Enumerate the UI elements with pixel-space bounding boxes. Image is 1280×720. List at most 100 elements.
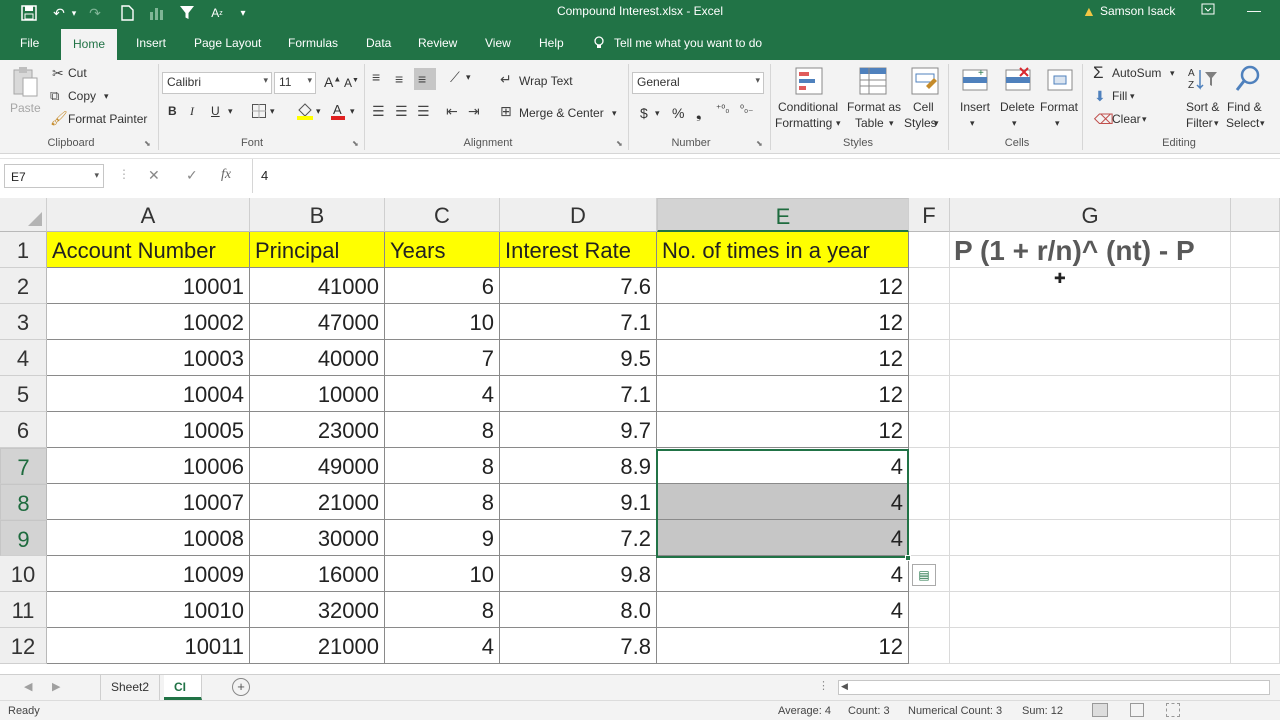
decrease-decimal-icon[interactable]: ⁰₀₋	[740, 104, 753, 115]
cell-f11[interactable]	[909, 592, 950, 628]
cut-button[interactable]: Cut	[68, 66, 87, 80]
tab-page-layout[interactable]: Page Layout	[194, 36, 261, 50]
sort-filter-button[interactable]: Sort &	[1186, 100, 1219, 114]
cell-g10[interactable]	[950, 556, 1231, 592]
format-cells-button[interactable]: Format	[1040, 100, 1078, 114]
row-header[interactable]: 12	[0, 628, 47, 664]
cell-f3[interactable]	[909, 304, 950, 340]
cell-d3[interactable]: 7.1	[500, 304, 657, 340]
header-cell-b[interactable]: Principal	[250, 232, 385, 268]
borders-dropdown-icon[interactable]: ▾	[270, 106, 275, 117]
cell-a10[interactable]: 10009	[47, 556, 250, 592]
format-as-table-button[interactable]: Format as	[847, 100, 901, 114]
cell-g7[interactable]	[950, 448, 1231, 484]
alignment-launcher-icon[interactable]: ⬊	[616, 139, 623, 148]
cell-c8[interactable]: 8	[385, 484, 500, 520]
number-launcher-icon[interactable]: ⬊	[756, 139, 763, 148]
cell-d12[interactable]: 7.8	[500, 628, 657, 664]
align-left-icon[interactable]: ☰	[372, 104, 385, 118]
fill-handle[interactable]	[905, 555, 911, 561]
cell-b9[interactable]: 30000	[250, 520, 385, 556]
cell-c11[interactable]: 8	[385, 592, 500, 628]
normal-view-icon[interactable]	[1092, 703, 1108, 717]
cell-h4[interactable]	[1231, 340, 1280, 376]
increase-font-icon[interactable]: A▲	[324, 74, 341, 90]
cell-a12[interactable]: 10011	[47, 628, 250, 664]
column-header-c[interactable]: C	[385, 198, 500, 232]
page-layout-view-icon[interactable]	[1130, 703, 1144, 717]
cancel-entry-icon[interactable]: ✕	[148, 167, 160, 184]
header-cell-d[interactable]: Interest Rate	[500, 232, 657, 268]
minimize-icon[interactable]: —	[1244, 2, 1264, 22]
delete-cells-dropdown-icon[interactable]: ▾	[1012, 118, 1017, 129]
cell-e2[interactable]: 12	[657, 268, 909, 304]
font-size-select[interactable]: 11 ▾	[274, 72, 316, 94]
cell-c3[interactable]: 10	[385, 304, 500, 340]
cell-h6[interactable]	[1231, 412, 1280, 448]
cell-e12[interactable]: 12	[657, 628, 909, 664]
insert-function-icon[interactable]: fx	[221, 167, 231, 183]
paste-button[interactable]: Paste	[10, 101, 41, 115]
copy-dropdown-icon[interactable]: ▾	[104, 91, 109, 102]
ribbon-display-options-icon[interactable]	[1198, 2, 1218, 22]
cell-e11[interactable]: 4	[657, 592, 909, 628]
cell-b6[interactable]: 23000	[250, 412, 385, 448]
row-header[interactable]: 9	[0, 520, 47, 556]
cell-h8[interactable]	[1231, 484, 1280, 520]
row-header[interactable]: 1	[0, 232, 47, 268]
cell-d10[interactable]: 9.8	[500, 556, 657, 592]
find-select-button[interactable]: Find &	[1227, 100, 1262, 114]
header-cell-a[interactable]: Account Number	[47, 232, 250, 268]
tab-view[interactable]: View	[485, 36, 511, 50]
cell-g4[interactable]	[950, 340, 1231, 376]
tell-me-search[interactable]: Tell me what you want to do	[614, 36, 762, 50]
cell-h12[interactable]	[1231, 628, 1280, 664]
cell-d11[interactable]: 8.0	[500, 592, 657, 628]
percent-style-icon[interactable]: %	[672, 105, 684, 121]
row-header[interactable]: 4	[0, 340, 47, 376]
cell-b2[interactable]: 41000	[250, 268, 385, 304]
format-cells-dropdown-icon[interactable]: ▾	[1055, 118, 1060, 129]
name-box[interactable]: E7 ▾	[4, 164, 104, 188]
row-header[interactable]: 6	[0, 412, 47, 448]
bold-icon[interactable]: B	[168, 104, 177, 118]
cell-a3[interactable]: 10002	[47, 304, 250, 340]
increase-indent-icon[interactable]: ⇥	[468, 104, 480, 118]
decrease-indent-icon[interactable]: ⇤	[446, 104, 458, 118]
cell-h7[interactable]	[1231, 448, 1280, 484]
cell-g11[interactable]	[950, 592, 1231, 628]
orientation-dropdown-icon[interactable]: ▾	[466, 72, 471, 83]
cell-f12[interactable]	[909, 628, 950, 664]
sheet-tab-sheet2[interactable]: Sheet2	[101, 675, 161, 700]
format-painter-button[interactable]: Format Painter	[68, 112, 147, 126]
align-center-icon[interactable]: ☰	[395, 104, 408, 118]
align-middle-icon[interactable]: ≡	[395, 72, 403, 86]
column-header-d[interactable]: D	[500, 198, 657, 232]
conditional-formatting-button[interactable]: Conditional	[778, 100, 838, 114]
format-as-table-dropdown-icon[interactable]: ▾	[889, 118, 894, 129]
cell-e8[interactable]: 4	[657, 484, 909, 520]
cell-f9[interactable]	[909, 520, 950, 556]
cell-e10[interactable]: 4	[657, 556, 909, 592]
quick-analysis-icon[interactable]: ▤	[912, 564, 936, 586]
row-header[interactable]: 8	[0, 484, 47, 520]
user-name[interactable]: Samson Isack	[1100, 4, 1175, 18]
cell-c10[interactable]: 10	[385, 556, 500, 592]
cell-h5[interactable]	[1231, 376, 1280, 412]
cell-f1[interactable]	[909, 232, 950, 268]
conditional-formatting-dropdown-icon[interactable]: ▾	[836, 118, 841, 129]
increase-decimal-icon[interactable]: ⁺⁰₀	[716, 104, 729, 115]
tab-insert[interactable]: Insert	[136, 36, 166, 50]
cell-a2[interactable]: 10001	[47, 268, 250, 304]
delete-cells-button[interactable]: Delete	[1000, 100, 1035, 114]
cell-e7[interactable]: 4	[657, 448, 909, 484]
sheet-tab-ci[interactable]: CI	[164, 675, 202, 700]
underline-dropdown-icon[interactable]: ▾	[228, 106, 233, 117]
cell-a5[interactable]: 10004	[47, 376, 250, 412]
tab-data[interactable]: Data	[366, 36, 391, 50]
cell-b10[interactable]: 16000	[250, 556, 385, 592]
cell-b11[interactable]: 32000	[250, 592, 385, 628]
sort-filter-dropdown-icon[interactable]: ▾	[1214, 118, 1219, 129]
header-cell-c[interactable]: Years	[385, 232, 500, 268]
fill-dropdown-icon[interactable]: ▾	[1130, 91, 1135, 102]
